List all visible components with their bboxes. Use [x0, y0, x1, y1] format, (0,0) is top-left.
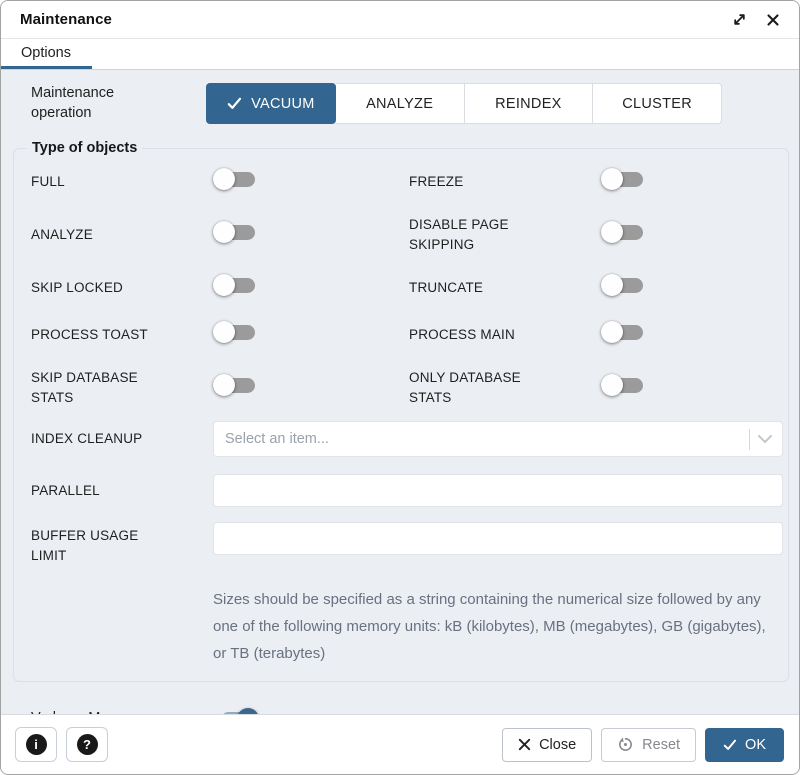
operation-analyze-label: ANALYZE — [366, 96, 433, 112]
toggle-thumb — [213, 321, 235, 343]
buffer-usage-limit-input[interactable] — [213, 522, 783, 555]
operation-vacuum-button[interactable]: VACUUM — [206, 83, 336, 124]
dialog-footer: i ? Close Reset — [1, 714, 799, 774]
truncate-label: TRUNCATE — [409, 268, 601, 308]
process-main-label: PROCESS MAIN — [409, 315, 601, 355]
title-bar: Maintenance — [1, 1, 799, 39]
reset-button[interactable]: Reset — [601, 728, 696, 762]
index-cleanup-select[interactable]: Select an item... — [213, 421, 783, 457]
ok-button[interactable]: OK — [705, 728, 784, 762]
close-icon[interactable] — [763, 10, 783, 30]
operation-toggle-group: VACUUM ANALYZE REINDEX CLUSTER — [206, 83, 722, 124]
operation-cluster-label: CLUSTER — [622, 96, 692, 112]
tab-bar: Options — [1, 39, 799, 70]
dialog-content: Maintenance operation VACUUM ANALYZE REI… — [1, 70, 799, 714]
process-toast-toggle[interactable] — [213, 321, 258, 343]
reset-icon — [617, 736, 634, 753]
toggle-thumb — [213, 221, 235, 243]
maintenance-operation-row: Maintenance operation VACUUM ANALYZE REI… — [13, 83, 787, 124]
ok-check-icon — [723, 739, 737, 751]
buffer-usage-limit-label: BUFFER USAGE LIMIT — [31, 522, 213, 575]
help-button[interactable]: ? — [66, 727, 108, 762]
skip-locked-toggle[interactable] — [213, 274, 258, 296]
only-database-stats-toggle[interactable] — [601, 374, 646, 396]
toggle-thumb — [213, 168, 235, 190]
type-of-objects-legend: Type of objects — [27, 140, 142, 156]
skip-database-stats-label: SKIP DATABASE STATS — [31, 358, 213, 417]
full-toggle[interactable] — [213, 168, 258, 190]
disable-page-skipping-toggle[interactable] — [601, 221, 646, 243]
select-divider — [749, 429, 750, 450]
index-cleanup-row: INDEX CLEANUP Select an item... — [31, 419, 783, 459]
operation-reindex-button[interactable]: REINDEX — [465, 83, 594, 124]
dialog-title: Maintenance — [20, 11, 112, 28]
index-cleanup-placeholder: Select an item... — [225, 431, 329, 447]
verbose-messages-toggle[interactable] — [216, 708, 261, 715]
titlebar-actions — [729, 10, 783, 30]
skip-database-stats-toggle[interactable] — [213, 374, 258, 396]
freeze-label: FREEZE — [409, 162, 601, 202]
operation-reindex-label: REINDEX — [495, 96, 562, 112]
analyze-toggle[interactable] — [213, 221, 258, 243]
check-icon — [227, 97, 242, 110]
sql-info-button[interactable]: i — [15, 727, 57, 762]
parallel-input[interactable] — [213, 474, 783, 507]
toggle-thumb — [601, 221, 623, 243]
reset-button-label: Reset — [642, 737, 680, 753]
truncate-toggle[interactable] — [601, 274, 646, 296]
ok-button-label: OK — [745, 737, 766, 753]
close-button-label: Close — [539, 737, 576, 753]
tab-options[interactable]: Options — [1, 39, 92, 69]
toggle-thumb — [237, 708, 259, 715]
parallel-label: PARALLEL — [31, 471, 213, 511]
parallel-row: PARALLEL — [31, 471, 783, 511]
toggle-thumb — [601, 274, 623, 296]
maintenance-operation-label: Maintenance operation — [31, 84, 206, 123]
type-of-objects-fieldset: Type of objects FULL FREEZE ANALYZE DISA… — [13, 140, 789, 682]
toggle-thumb — [601, 321, 623, 343]
toggle-thumb — [213, 274, 235, 296]
toggles-grid: FULL FREEZE ANALYZE DISABLE PAGE SKIPPIN… — [31, 158, 783, 417]
process-main-toggle[interactable] — [601, 321, 646, 343]
freeze-toggle[interactable] — [601, 168, 646, 190]
buffer-usage-limit-row: BUFFER USAGE LIMIT — [31, 522, 783, 575]
full-label: FULL — [31, 162, 213, 202]
help-icon: ? — [77, 734, 98, 755]
verbose-messages-row: Verbose Messages — [13, 696, 787, 715]
analyze-label: ANALYZE — [31, 215, 213, 255]
close-x-icon — [518, 738, 531, 751]
operation-analyze-button[interactable]: ANALYZE — [336, 83, 465, 124]
process-toast-label: PROCESS TOAST — [31, 315, 213, 355]
info-icon: i — [26, 734, 47, 755]
only-database-stats-label: ONLY DATABASE STATS — [409, 358, 601, 417]
expand-icon[interactable] — [729, 10, 749, 30]
maintenance-dialog: Maintenance Options Maintenan — [0, 0, 800, 775]
operation-cluster-button[interactable]: CLUSTER — [593, 83, 722, 124]
skip-locked-label: SKIP LOCKED — [31, 268, 213, 308]
tab-options-label: Options — [21, 45, 71, 61]
chevron-down-icon[interactable] — [757, 434, 773, 444]
buffer-usage-limit-help-text: Sizes should be specified as a string co… — [213, 586, 783, 667]
footer-actions: Close Reset OK — [502, 728, 784, 762]
operation-vacuum-label: VACUUM — [251, 96, 315, 112]
close-button[interactable]: Close — [502, 728, 592, 762]
index-cleanup-label: INDEX CLEANUP — [31, 419, 213, 459]
disable-page-skipping-label: DISABLE PAGE SKIPPING — [409, 205, 601, 264]
toggle-thumb — [601, 168, 623, 190]
